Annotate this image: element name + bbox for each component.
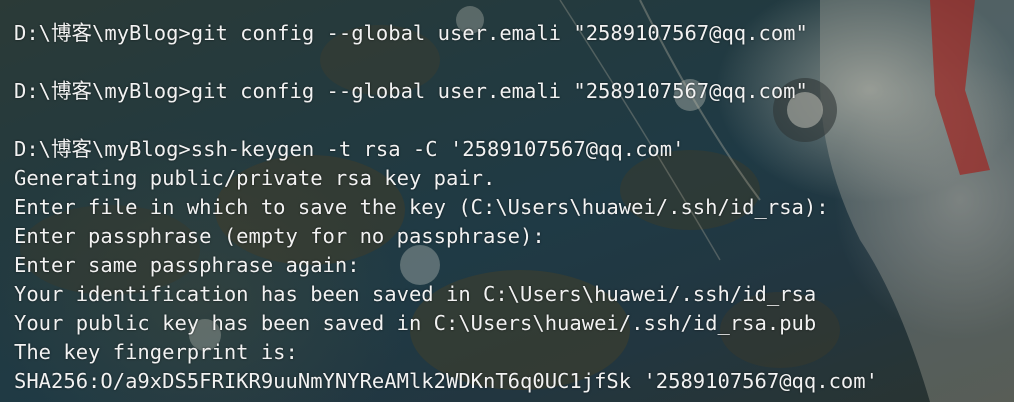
- terminal-line: Enter passphrase (empty for no passphras…: [14, 224, 545, 248]
- terminal-line: Enter same passphrase again:: [14, 253, 360, 277]
- terminal-line: SHA256:O/a9xDS5FRIKR9uuNmYNYReAMlk2WDKnT…: [14, 369, 878, 393]
- terminal-line: Your identification has been saved in C:…: [14, 282, 817, 306]
- terminal-output[interactable]: D:\博客\myBlog>git config --global user.em…: [14, 19, 1014, 396]
- terminal-line: D:\博客\myBlog>ssh-keygen -t rsa -C '25891…: [14, 137, 685, 161]
- terminal-line: Your public key has been saved in C:\Use…: [14, 311, 817, 335]
- terminal-line: The key fingerprint is:: [14, 340, 298, 364]
- terminal-line: D:\博客\myBlog>git config --global user.em…: [14, 79, 808, 103]
- terminal-line: D:\博客\myBlog>git config --global user.em…: [14, 21, 808, 45]
- terminal-line: Generating public/private rsa key pair.: [14, 166, 496, 190]
- terminal-window[interactable]: D:\博客\myBlog>git config --global user.em…: [0, 0, 1014, 402]
- terminal-line: Enter file in which to save the key (C:\…: [14, 195, 829, 219]
